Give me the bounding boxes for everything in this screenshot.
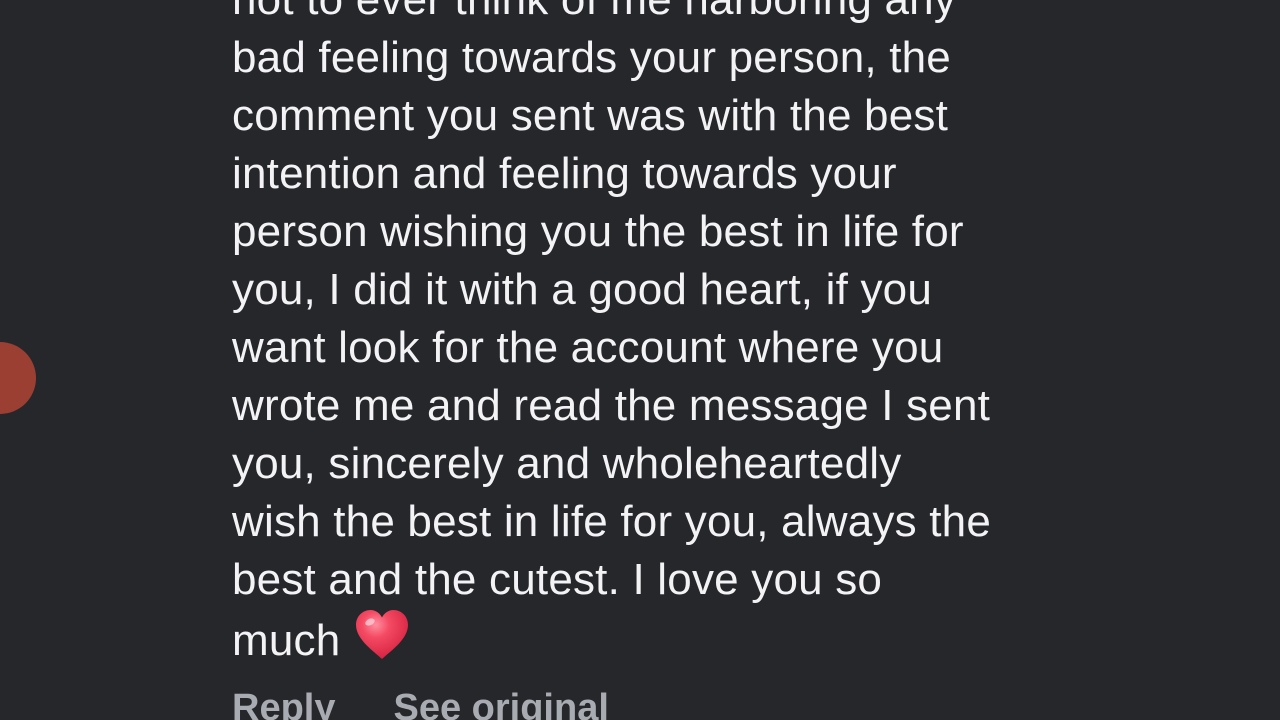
comment-text-line: want look for the account where you	[232, 323, 944, 372]
comment-thread-view: not to ever think of me harboring any ba…	[0, 0, 1280, 720]
comment-text-line: not to ever think of me harboring any	[232, 0, 1132, 29]
comment-text-line: comment you sent was with the best	[232, 91, 949, 140]
comment-text-line: you, sincerely and wholeheartedly	[232, 439, 902, 488]
comment-body: not to ever think of me harboring any ba…	[232, 0, 1132, 667]
comment-text-line: you, I did it with a good heart, if you	[232, 265, 932, 314]
comment-text-line: wrote me and read the message I sent	[232, 381, 991, 430]
comment-text-line: intention and feeling towards your	[232, 149, 897, 198]
comment-text-line: best and the cutest. I love you so	[232, 555, 883, 604]
comment-text-line: person wishing you the best in life for	[232, 207, 964, 256]
comment-text-line: wish the best in life for you, always th…	[232, 497, 992, 546]
see-original-button[interactable]: See original	[393, 684, 608, 720]
reply-button[interactable]: Reply	[232, 684, 335, 720]
avatar[interactable]	[0, 342, 36, 414]
comment-text-line: bad feeling towards your person, the	[232, 33, 951, 82]
comment-actions: Reply See original	[232, 684, 609, 720]
comment-text-line: much	[232, 616, 341, 665]
red-heart-icon	[356, 610, 409, 659]
comment-last-line: much	[232, 609, 1132, 667]
